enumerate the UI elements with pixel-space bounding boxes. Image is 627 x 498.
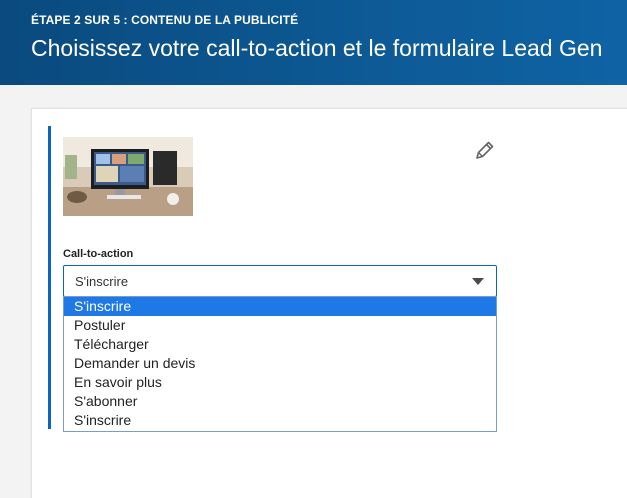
- cta-option-en-savoir-plus[interactable]: En savoir plus: [64, 373, 496, 392]
- cta-dropdown-list: S'inscrire Postuler Télécharger Demander…: [63, 296, 497, 432]
- page-header: ÉTAPE 2 SUR 5 : CONTENU DE LA PUBLICITÉ …: [0, 0, 627, 85]
- cta-label: Call-to-action: [63, 248, 134, 260]
- cta-option-sabonner[interactable]: S'abonner: [64, 392, 496, 411]
- cta-option-sinscrire[interactable]: S'inscrire: [64, 297, 496, 316]
- cta-select-value: S'inscrire: [75, 274, 129, 289]
- cta-option-telecharger[interactable]: Télécharger: [64, 335, 496, 354]
- step-label: ÉTAPE 2 SUR 5 : CONTENU DE LA PUBLICITÉ: [31, 13, 299, 27]
- card-accent-bar: [48, 126, 51, 429]
- cta-option-demander-devis[interactable]: Demander un devis: [64, 354, 496, 373]
- pencil-icon: [476, 141, 494, 159]
- chevron-down-icon: [472, 278, 484, 285]
- edit-ad-button[interactable]: [473, 138, 497, 162]
- desk-photo: [63, 137, 193, 216]
- page-title: Choisissez votre call-to-action et le fo…: [31, 35, 603, 61]
- cta-option-postuler[interactable]: Postuler: [64, 316, 496, 335]
- cta-option-sinscrire-2[interactable]: S'inscrire: [64, 411, 496, 430]
- cta-select[interactable]: S'inscrire: [63, 265, 497, 297]
- ad-image-thumbnail: [63, 137, 193, 216]
